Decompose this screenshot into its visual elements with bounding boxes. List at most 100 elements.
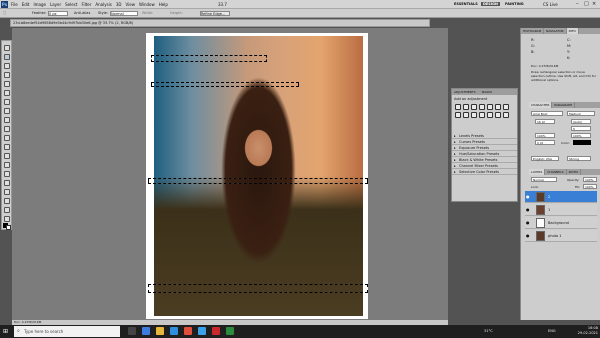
- exposure-icon[interactable]: [479, 104, 485, 110]
- clock[interactable]: 16:08 29-02-2021: [578, 326, 598, 336]
- tab-channels[interactable]: CHANNELS: [545, 169, 567, 175]
- menu-window[interactable]: Window: [139, 2, 155, 7]
- store-icon[interactable]: [170, 327, 178, 335]
- visibility-eye-icon[interactable]: ●: [526, 220, 530, 225]
- edge-browser-icon[interactable]: [142, 327, 150, 335]
- taskbar-search-input[interactable]: Type here to search: [14, 326, 120, 337]
- healing-brush-tool-icon[interactable]: [4, 99, 10, 105]
- menu-file[interactable]: File: [11, 2, 18, 7]
- tab-histogram[interactable]: HISTOGRAM: [521, 28, 545, 34]
- layer-row[interactable]: ● 2: [525, 191, 597, 203]
- blend-mode-select[interactable]: Normal: [531, 177, 557, 182]
- layer-row[interactable]: ● Background: [525, 217, 597, 229]
- tracking-input[interactable]: 0: [571, 126, 591, 131]
- shape-tool-icon[interactable]: [4, 198, 10, 204]
- leading-input[interactable]: (Auto): [571, 119, 591, 124]
- document-tab[interactable]: 23d-b8ee4ef54d9658d9e5b44c9d97bb30e6.jpg…: [10, 19, 430, 27]
- font-style-select[interactable]: Medium: [567, 111, 595, 116]
- menu-select[interactable]: Select: [65, 2, 77, 7]
- channel-mixer-icon[interactable]: [471, 112, 477, 118]
- move-tool-icon[interactable]: [4, 45, 10, 51]
- tab-character[interactable]: CHARACTER: [529, 102, 553, 108]
- lasso-tool-icon[interactable]: [4, 63, 10, 69]
- tab-masks[interactable]: MASKS: [482, 89, 492, 95]
- menu-image[interactable]: Image: [33, 2, 46, 7]
- menu-3d[interactable]: 3D: [116, 2, 122, 7]
- language-indicator[interactable]: ENG: [548, 329, 556, 333]
- text-color-swatch[interactable]: [573, 140, 591, 145]
- baseline-input[interactable]: 0 pt: [535, 140, 555, 145]
- background-color-swatch[interactable]: [6, 225, 11, 230]
- menu-view[interactable]: View: [126, 2, 136, 7]
- visibility-eye-icon[interactable]: ●: [526, 233, 530, 238]
- visibility-eye-icon[interactable]: ●: [526, 207, 530, 212]
- horizontal-scale-input[interactable]: 100%: [571, 133, 591, 138]
- photoshop-taskbar-icon[interactable]: [198, 327, 206, 335]
- app-icon-2[interactable]: [226, 327, 234, 335]
- menu-analysis[interactable]: Analysis: [95, 2, 111, 7]
- maximize-icon[interactable]: □: [584, 1, 589, 7]
- anti-alias-checkbox[interactable]: Anti-alias: [74, 11, 90, 15]
- zoom-tool-icon[interactable]: [4, 216, 10, 222]
- clone-stamp-tool-icon[interactable]: [4, 117, 10, 123]
- menu-help[interactable]: Help: [159, 2, 168, 7]
- opacity-input[interactable]: 100%: [583, 177, 597, 182]
- anti-alias-select[interactable]: Strong: [567, 156, 591, 161]
- refine-edge-button[interactable]: Refine Edge...: [200, 11, 230, 16]
- black-white-icon[interactable]: [455, 112, 461, 118]
- dodge-tool-icon[interactable]: [4, 162, 10, 168]
- crop-tool-icon[interactable]: [4, 81, 10, 87]
- vertical-scale-input[interactable]: 100%: [535, 133, 555, 138]
- chrome-icon[interactable]: [184, 327, 192, 335]
- file-explorer-icon[interactable]: [156, 327, 164, 335]
- portrait-photo[interactable]: [154, 36, 363, 316]
- eyedropper-tool-icon[interactable]: [4, 90, 10, 96]
- type-tool-icon[interactable]: [4, 180, 10, 186]
- workspace-painting[interactable]: PAINTING: [503, 2, 526, 6]
- font-size-input[interactable]: 16 pt: [535, 119, 555, 124]
- hue-saturation-icon[interactable]: [495, 104, 501, 110]
- vibrance-icon[interactable]: [487, 104, 493, 110]
- visibility-eye-icon[interactable]: ●: [526, 194, 530, 199]
- layer-row[interactable]: ● photo 1: [525, 230, 597, 242]
- curves-icon[interactable]: [471, 104, 477, 110]
- fill-input[interactable]: 100%: [583, 184, 597, 189]
- photo-filter-icon[interactable]: [463, 112, 469, 118]
- tab-paths[interactable]: PATHS: [567, 169, 582, 175]
- task-view-icon[interactable]: [128, 327, 136, 335]
- gradient-map-icon[interactable]: [503, 112, 509, 118]
- app-icon[interactable]: [212, 327, 220, 335]
- pen-tool-icon[interactable]: [4, 171, 10, 177]
- invert-icon[interactable]: [479, 112, 485, 118]
- marquee-tool-icon[interactable]: ⬚: [3, 11, 6, 15]
- marquee-tool-icon[interactable]: [4, 54, 10, 60]
- tab-info[interactable]: INFO: [566, 28, 579, 34]
- workspace-design[interactable]: DESIGN: [481, 2, 500, 6]
- color-balance-icon[interactable]: [503, 104, 509, 110]
- hand-tool-icon[interactable]: [4, 207, 10, 213]
- windows-start-icon[interactable]: ⊞: [3, 328, 8, 335]
- feather-input[interactable]: 0 px: [48, 11, 68, 16]
- tab-paragraph[interactable]: PARAGRAPH: [552, 102, 576, 108]
- zoom-level[interactable]: 33.7: [218, 2, 227, 7]
- gradient-tool-icon[interactable]: [4, 144, 10, 150]
- blur-tool-icon[interactable]: [4, 153, 10, 159]
- layer-row[interactable]: ● 1: [525, 204, 597, 216]
- posterize-icon[interactable]: [487, 112, 493, 118]
- tab-adjustments[interactable]: ADJUSTMENTS: [454, 89, 476, 95]
- brush-tool-icon[interactable]: [4, 108, 10, 114]
- threshold-icon[interactable]: [495, 112, 501, 118]
- quick-select-tool-icon[interactable]: [4, 72, 10, 78]
- path-select-tool-icon[interactable]: [4, 189, 10, 195]
- menu-layer[interactable]: Layer: [50, 2, 61, 7]
- font-family-select[interactable]: Arial Bold: [531, 111, 563, 116]
- brightness-icon[interactable]: [455, 104, 461, 110]
- history-brush-tool-icon[interactable]: [4, 126, 10, 132]
- cs-live-button[interactable]: CS Live: [543, 2, 558, 7]
- tab-navigator[interactable]: NAVIGATOR: [544, 28, 567, 34]
- preset-selective-color[interactable]: Selective Color Presets: [452, 169, 517, 175]
- tab-layers[interactable]: LAYERS: [529, 169, 546, 175]
- minimize-icon[interactable]: –: [576, 1, 579, 7]
- workspace-essentials[interactable]: ESSENTIALS: [452, 2, 480, 6]
- style-select[interactable]: Normal: [110, 11, 138, 16]
